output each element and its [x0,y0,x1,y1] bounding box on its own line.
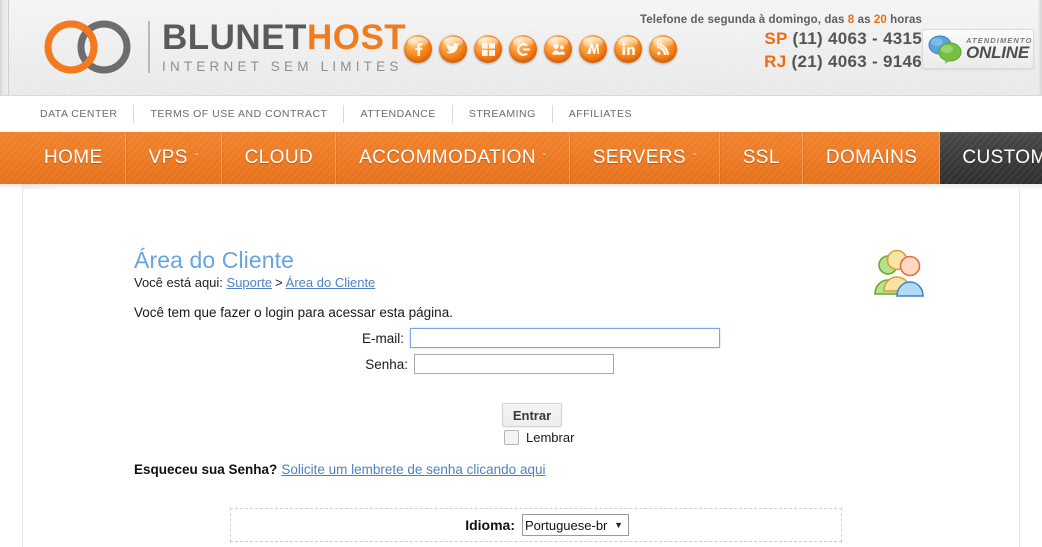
phone-hours: Telefone de segunda à domingo, das 8 as … [602,14,922,26]
nav-item-home-label: HOME [44,147,103,168]
logo-divider [148,21,150,73]
forgot-password-link[interactable]: Solicite um lembrete de senha clicando a… [281,462,545,477]
nav-item-cloud[interactable]: CLOUD [221,132,337,184]
language-select-wrapper[interactable]: Portuguese-br ▼ [522,514,629,536]
remember-me-checkbox[interactable] [504,430,519,445]
nav-item-vps-label: VPS [148,147,188,168]
chat-big-label: ONLINE [966,43,1030,63]
users-group-icon [872,249,930,297]
subnav-item-data-center[interactable]: DATA CENTER [24,105,135,123]
email-input[interactable] [410,328,720,348]
subnav-item-streaming[interactable]: STREAMING [453,105,553,123]
breadcrumb-separator: > [275,275,283,290]
breadcrumb: Você está aqui: Suporte > Área do Cliente [134,275,375,290]
chevron-down-icon: ˇ [194,152,199,164]
submit-login-button[interactable]: Entrar [502,403,562,427]
language-select[interactable]: Portuguese-br [522,514,629,536]
login-required-note: Você tem que fazer o login para acessar … [134,305,453,320]
nav-item-domains[interactable]: DOMAINS [802,132,941,184]
hours-end: 20 [873,14,887,26]
phone-rj: RJ (21) 4063 - 9146 [602,52,922,72]
facebook-icon[interactable] [404,35,432,63]
header-left-edge [0,0,9,95]
main-navigation: HOME VPS ˇ CLOUD ACCOMMODATION ˇ SERVERS… [22,132,1042,184]
nav-item-home[interactable]: HOME [22,132,126,184]
site-header: BLUNETHOST INTERNET SEM LIMITES Telefone… [0,0,1042,96]
logo-main-second: HOST [306,18,407,58]
breadcrumb-prefix: Você está aqui: [134,275,223,290]
logo-tagline: INTERNET SEM LIMITES [162,59,403,75]
nav-item-ssl[interactable]: SSL [719,132,803,184]
nav-item-customer-center[interactable]: CUSTOMER CENTER [940,132,1042,184]
chevron-down-icon: ˇ [692,152,697,164]
nav-item-domains-label: DOMAINS [825,147,918,168]
email-label: E-mail: [361,330,404,346]
password-input[interactable] [414,354,614,374]
subnav-item-attendance[interactable]: ATTENDANCE [344,105,453,123]
language-selector-box: Idioma: Portuguese-br ▼ [230,508,842,542]
phone-sp-number: (11) 4063 - 4315 [792,29,922,48]
page-root: BLUNETHOST INTERNET SEM LIMITES Telefone… [0,0,1042,547]
breadcrumb-link-area-cliente[interactable]: Área do Cliente [286,275,376,290]
chat-label: ATENDIMENTO ONLINE [966,37,1032,62]
email-form-row: E-mail: [58,328,720,348]
nav-item-customer-center-label: CUSTOMER CENTER [962,147,1042,168]
live-chat-button[interactable]: ATENDIMENTO ONLINE [922,29,1034,69]
hours-mid: as [854,14,874,26]
remember-me-label: Lembrar [526,430,575,445]
chevron-down-icon: ˇ [542,152,547,164]
nav-item-servers[interactable]: SERVERS ˇ [569,132,720,184]
main-content: Área do Cliente Você está aqui: Suporte >… [58,189,988,547]
password-label: Senha: [365,356,408,372]
forgot-password-row: Esqueceu sua Senha? Solicite um lembrete … [134,462,545,477]
secondary-navigation: DATA CENTER TERMS OF USE AND CONTRACT AT… [0,96,1042,132]
header-right-edge [1038,0,1042,95]
page-title: Área do Cliente [134,247,295,273]
nav-item-vps[interactable]: VPS ˇ [125,132,222,184]
twitter-icon[interactable] [439,35,467,63]
password-form-row: Senha: [58,354,614,374]
nav-item-ssl-label: SSL [742,147,780,168]
nav-item-accommodation-label: ACCOMMODATION [359,147,536,168]
breadcrumb-link-suporte[interactable]: Suporte [227,275,273,290]
forgot-password-text: Esqueceu sua Senha? [134,462,278,477]
nav-item-accommodation[interactable]: ACCOMMODATION ˇ [336,132,570,184]
subnav-item-terms[interactable]: TERMS OF USE AND CONTRACT [134,105,345,123]
google-icon[interactable] [509,35,537,63]
orkut-icon[interactable] [544,35,572,63]
nav-item-cloud-label: CLOUD [244,147,314,168]
phone-sp-uf: SP [764,29,788,48]
hours-post: horas [886,14,922,26]
contact-phones: Telefone de segunda à domingo, das 8 as … [602,14,922,72]
phone-rj-number: (21) 4063 - 9146 [791,52,922,71]
logo-wordmark: BLUNETHOST INTERNET SEM LIMITES [162,20,406,74]
phone-sp: SP (11) 4063 - 4315 [602,29,922,49]
hours-pre: Telefone de segunda à domingo, das [640,14,848,26]
logo-main-first: BLUNET [162,18,307,58]
windows-icon[interactable] [474,35,502,63]
language-label: Idioma: [465,517,515,533]
nav-item-servers-label: SERVERS [592,147,686,168]
infinity-logo-icon [38,19,142,75]
chat-bubbles-icon [927,34,963,64]
site-logo[interactable]: BLUNETHOST INTERNET SEM LIMITES [38,16,406,78]
remember-me-row[interactable]: Lembrar [504,430,574,445]
phone-rj-uf: RJ [764,52,787,71]
subnav-item-affiliates[interactable]: AFFILIATES [553,105,648,123]
